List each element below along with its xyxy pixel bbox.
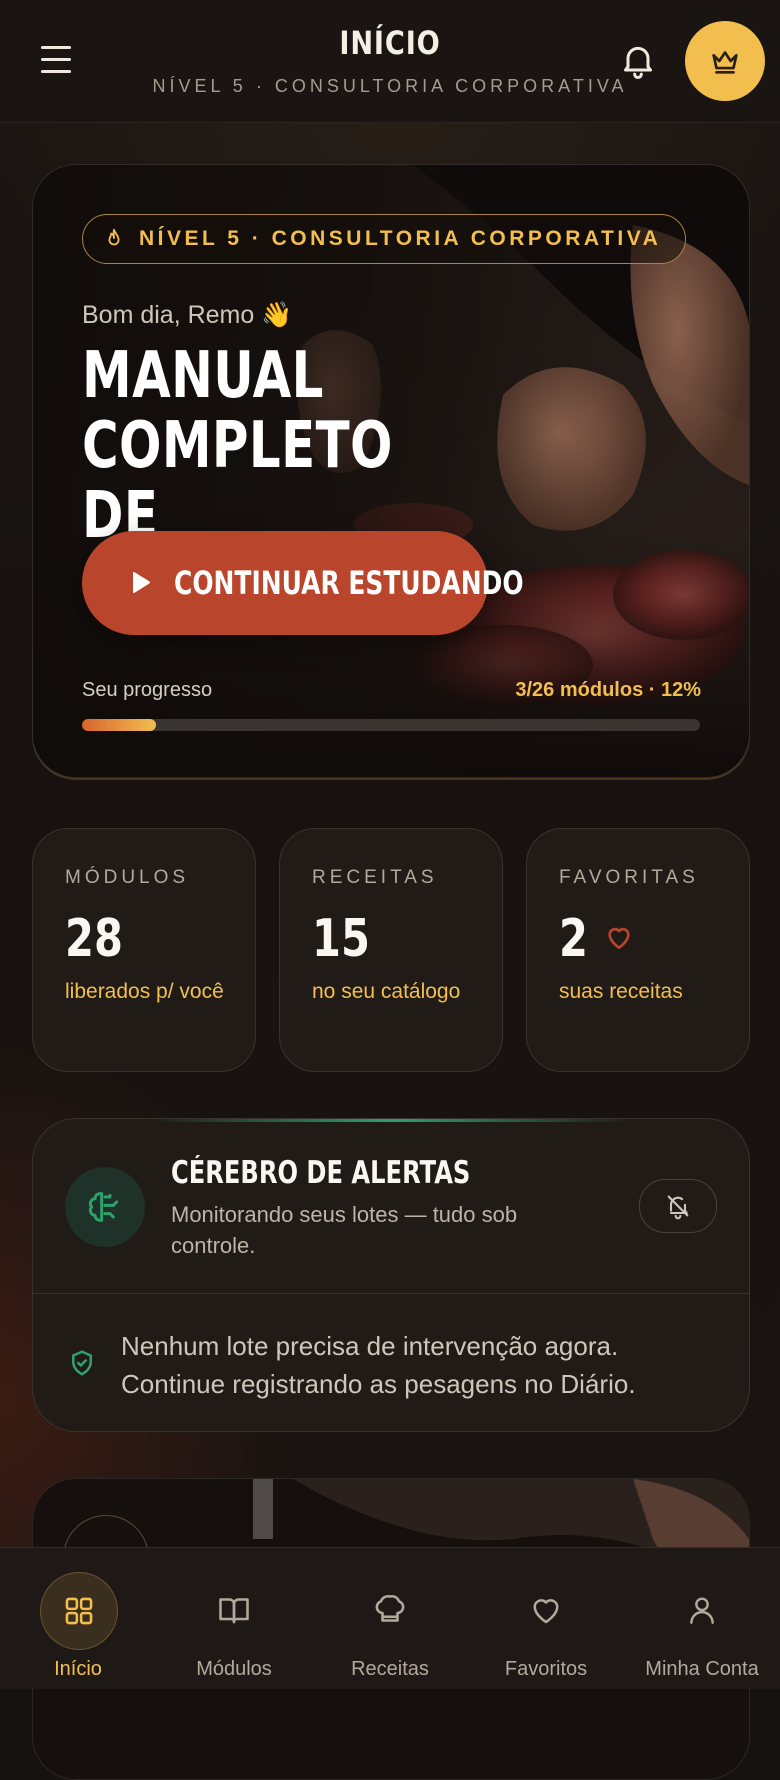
- alerts-card: CÉREBRO DE ALERTAS Monitorando seus lote…: [32, 1118, 750, 1432]
- greeting: Bom dia, Remo 👋: [82, 301, 293, 329]
- user-icon: [690, 1597, 714, 1624]
- crown-icon: [712, 51, 738, 74]
- course-title-line1: MANUAL COMPLETO: [82, 339, 393, 483]
- alerts-title: CÉREBRO DE ALERTAS: [171, 1155, 471, 1191]
- flame-icon: [108, 228, 120, 246]
- continue-studying-button[interactable]: CONTINUAR ESTUDANDO: [82, 531, 524, 635]
- divider: [33, 1293, 749, 1294]
- alerts-message: Nenhum lote precisa de intervenção agora…: [121, 1331, 636, 1399]
- stat-value: 28: [65, 909, 123, 969]
- stat-value: 15: [312, 909, 370, 969]
- mute-alerts-button[interactable]: [639, 1179, 717, 1233]
- stat-label: MÓDULOS: [65, 867, 190, 888]
- nav-icon-wrap: [40, 1572, 118, 1650]
- book-icon: [219, 1598, 249, 1624]
- nav-label: Minha Conta: [645, 1658, 759, 1680]
- heart-icon: [608, 927, 630, 949]
- bell-off-icon: [667, 1195, 689, 1220]
- alerts-accent-line: [153, 1119, 629, 1122]
- play-icon: [133, 571, 151, 594]
- heart-icon: [533, 1599, 559, 1624]
- nav-item-modulos[interactable]: Módulos: [156, 1548, 312, 1689]
- nav-icon-wrap: [352, 1572, 428, 1648]
- premium-button[interactable]: [685, 21, 765, 101]
- brain-icon-badge: [65, 1167, 145, 1247]
- stat-card-favorites[interactable]: FAVORITAS 2 suas receitas: [526, 828, 750, 1072]
- shield-check-icon: [72, 1350, 92, 1376]
- nav-icon-wrap: [664, 1572, 740, 1648]
- progress-count: 3/26 módulos · 12%: [515, 679, 701, 701]
- stat-label: FAVORITAS: [559, 867, 699, 888]
- progress-label: Seu progresso: [82, 679, 213, 701]
- stat-card-recipes[interactable]: RECEITAS 15 no seu catálogo: [279, 828, 503, 1072]
- nav-item-receitas[interactable]: Receitas: [312, 1548, 468, 1689]
- stat-description: liberados p/ você: [65, 980, 224, 1003]
- app-header: INÍCIO NÍVEL 5 · CONSULTORIA CORPORATIVA: [0, 0, 780, 123]
- stat-description: suas receitas: [559, 980, 683, 1003]
- page-subtitle: NÍVEL 5 · CONSULTORIA CORPORATIVA: [152, 76, 628, 96]
- nav-icon-wrap: [196, 1572, 272, 1648]
- bottom-navigation: Início Módulos Receitas Favoritos Minha …: [0, 1547, 780, 1689]
- continue-course-card[interactable]: NÍVEL 5 · CONSULTORIA CORPORATIVA Bom di…: [32, 164, 750, 778]
- stat-label: RECEITAS: [312, 867, 438, 888]
- brain-icon: [88, 1192, 119, 1222]
- nav-item-favoritos[interactable]: Favoritos: [468, 1548, 624, 1689]
- nav-item-minha-conta[interactable]: Minha Conta: [624, 1548, 780, 1689]
- progress-bar: [82, 719, 700, 731]
- grid-icon: [65, 1597, 93, 1625]
- hamburger-line: [41, 70, 71, 73]
- notifications-button[interactable]: [618, 40, 658, 80]
- stat-description: no seu catálogo: [312, 980, 461, 1003]
- nav-icon-wrap: [508, 1572, 584, 1648]
- stat-card-modules[interactable]: MÓDULOS 28 liberados p/ você: [32, 828, 256, 1072]
- continue-studying-label: CONTINUAR ESTUDANDO: [174, 564, 524, 602]
- nav-label: Módulos: [196, 1658, 272, 1680]
- stat-value: 2: [559, 909, 588, 969]
- alerts-subtitle: Monitorando seus lotes — tudo sob contro…: [171, 1202, 518, 1258]
- nav-label: Receitas: [351, 1658, 429, 1680]
- level-badge: NÍVEL 5 · CONSULTORIA CORPORATIVA: [82, 214, 687, 264]
- level-badge-text: NÍVEL 5 · CONSULTORIA CORPORATIVA: [139, 227, 662, 250]
- nav-item-inicio[interactable]: Início: [0, 1548, 156, 1689]
- nav-label: Favoritos: [504, 1658, 588, 1680]
- bell-icon: [624, 46, 652, 79]
- chef-hat-icon: [375, 1594, 405, 1622]
- progress-bar-fill: [82, 719, 157, 731]
- nav-label: Início: [54, 1658, 102, 1680]
